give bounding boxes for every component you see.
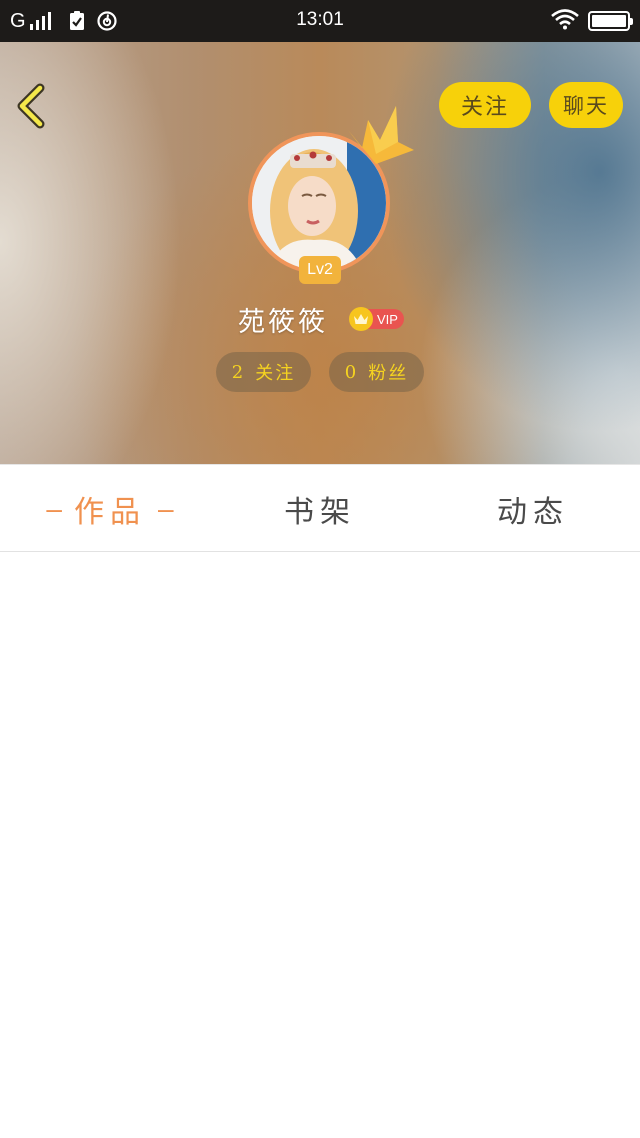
fans-label: 粉丝 bbox=[368, 363, 409, 384]
active-dash-right: – bbox=[158, 493, 174, 524]
following-label: 关注 bbox=[255, 363, 296, 384]
tab-feed-label: 动态 bbox=[497, 495, 569, 530]
vip-badge: VIP bbox=[349, 307, 404, 331]
fans-count: 0 bbox=[344, 361, 359, 383]
following-count-button[interactable]: 2 关注 bbox=[216, 352, 311, 392]
back-button[interactable] bbox=[12, 82, 56, 130]
wifi-icon bbox=[550, 8, 580, 34]
tab-works[interactable]: – 作品 – bbox=[20, 465, 200, 553]
status-right bbox=[550, 8, 633, 34]
battery-level bbox=[592, 15, 626, 27]
name-row: 苑筱筱 VIP bbox=[0, 298, 640, 338]
tab-bar: – 作品 – 书架 动态 bbox=[0, 464, 640, 552]
tab-works-label: 作品 bbox=[74, 495, 146, 530]
clock: 13:01 bbox=[296, 9, 344, 30]
tab-feed[interactable]: 动态 bbox=[443, 465, 623, 553]
chat-button[interactable]: 聊天 bbox=[549, 82, 623, 128]
active-dash-left: – bbox=[46, 493, 62, 524]
tab-bookshelf-label: 书架 bbox=[284, 495, 356, 530]
crown-icon bbox=[348, 106, 414, 164]
vip-crown-icon bbox=[349, 307, 373, 331]
chevron-left-icon bbox=[17, 83, 45, 129]
profile-header: 关注 聊天 Lv2 苑筱筱 VIP 2 关注 0 粉丝 bbox=[0, 42, 640, 464]
tab-content-area bbox=[0, 552, 640, 1138]
following-count: 2 bbox=[231, 361, 246, 383]
username: 苑筱筱 bbox=[238, 307, 328, 338]
status-bar: G 13:01 bbox=[0, 0, 640, 42]
level-badge: Lv2 bbox=[299, 256, 341, 284]
battery-icon bbox=[588, 11, 633, 31]
follow-button[interactable]: 关注 bbox=[439, 82, 531, 128]
fans-count-button[interactable]: 0 粉丝 bbox=[329, 352, 424, 392]
tab-bookshelf[interactable]: 书架 bbox=[230, 465, 410, 553]
